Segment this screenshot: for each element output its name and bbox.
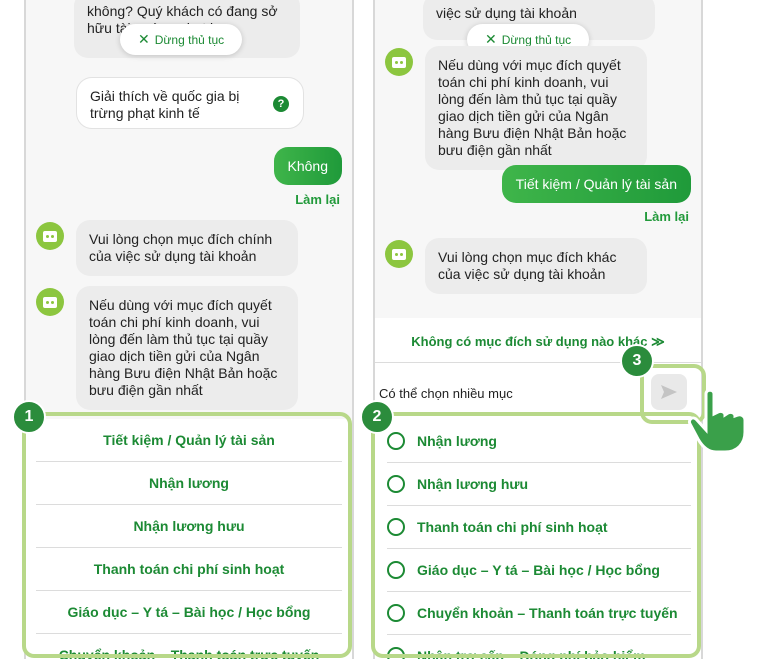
- bot-message-row: Vui lòng chọn mục đích chính của việc sử…: [36, 220, 298, 276]
- tap-hand-icon: [688, 388, 747, 454]
- bot-message-row: Nếu dùng với mục đích quyết toán chi phí…: [385, 46, 647, 170]
- bot-avatar-icon: [36, 222, 64, 250]
- stop-procedure-button[interactable]: ✕ Dừng thủ tục: [120, 24, 243, 55]
- redo-link[interactable]: Làm lại: [644, 209, 689, 224]
- bot-avatar-icon: [385, 240, 413, 268]
- step-marker-2: 2: [360, 400, 394, 434]
- bot-avatar-icon: [385, 48, 413, 76]
- bot-message: Vui lòng chọn mục đích khác của việc sử …: [425, 238, 647, 294]
- bot-message-row: Nếu dùng với mục đích quyết toán chi phí…: [36, 286, 298, 410]
- options-highlight-left: [22, 412, 352, 658]
- options-highlight-right: [371, 412, 701, 658]
- step-marker-1: 1: [12, 400, 46, 434]
- user-reply-bubble: Không: [273, 147, 342, 185]
- bot-avatar-icon: [36, 288, 64, 316]
- bot-message-row: Vui lòng chọn mục đích khác của việc sử …: [385, 238, 647, 294]
- stop-procedure-label: Dừng thủ tục: [501, 32, 572, 47]
- stop-procedure-label: Dừng thủ tục: [154, 32, 225, 47]
- bot-message: Nếu dùng với mục đích quyết toán chi phí…: [76, 286, 298, 410]
- help-icon: ?: [273, 96, 289, 112]
- explain-card-text: Giải thích về quốc gia bị trừng phạt kin…: [90, 88, 240, 121]
- step-marker-3: 3: [620, 344, 654, 378]
- redo-link[interactable]: Làm lại: [295, 192, 340, 207]
- user-reply-bubble: Tiết kiệm / Quản lý tài sản: [501, 165, 691, 203]
- bot-message: Nếu dùng với mục đích quyết toán chi phí…: [425, 46, 647, 170]
- close-icon: ✕: [138, 31, 150, 47]
- no-other-purpose-link[interactable]: Không có mục đích sử dụng nào khác ≫: [375, 334, 701, 350]
- explain-sanctions-card[interactable]: Giải thích về quốc gia bị trừng phạt kin…: [76, 77, 304, 129]
- bot-message: Vui lòng chọn mục đích chính của việc sử…: [76, 220, 298, 276]
- multi-select-hint: Có thể chọn nhiều mục: [379, 386, 513, 401]
